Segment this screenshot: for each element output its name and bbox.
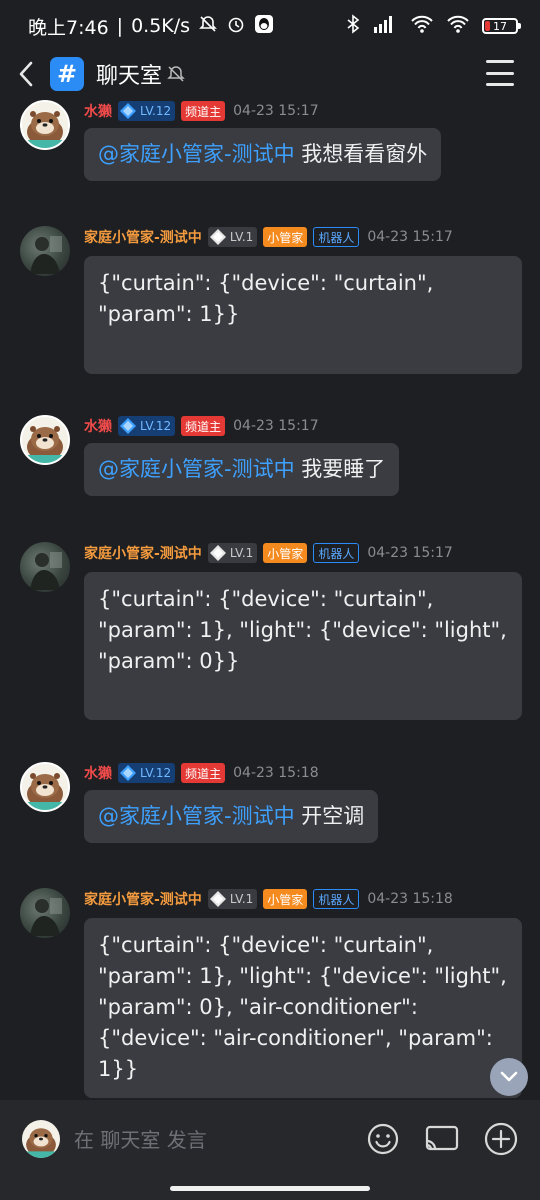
gem-icon bbox=[118, 416, 138, 436]
gem-icon bbox=[208, 543, 228, 563]
message-bubble[interactable]: {"curtain": {"device": "curtain", "param… bbox=[84, 572, 522, 720]
wifi-icon-1 bbox=[410, 14, 434, 38]
avatar[interactable] bbox=[20, 226, 70, 276]
battery-icon: 17 bbox=[482, 18, 521, 34]
message-text: {"curtain": {"device": "curtain", "param… bbox=[98, 271, 434, 326]
scroll-down-icon[interactable] bbox=[490, 1058, 528, 1096]
gem-icon bbox=[208, 227, 228, 247]
message-text: {"curtain": {"device": "curtain", "param… bbox=[98, 933, 507, 1081]
message-text: {"curtain": {"device": "curtain", "param… bbox=[98, 587, 507, 673]
role-tag: 频道主 bbox=[181, 101, 226, 121]
avatar[interactable] bbox=[20, 888, 70, 938]
message-meta: 家庭小管家-测试中 LV.1 小管家 机器人 04-23 15:18 bbox=[84, 888, 453, 910]
message-meta: 家庭小管家-测试中 LV.1 小管家 机器人 04-23 15:17 bbox=[84, 542, 453, 564]
level-text: LV.1 bbox=[229, 230, 254, 244]
level-badge: LV.1 bbox=[207, 543, 258, 563]
level-text: LV.12 bbox=[140, 766, 172, 780]
message-input[interactable] bbox=[74, 1124, 344, 1156]
sender-name[interactable]: 家庭小管家-测试中 bbox=[84, 889, 202, 909]
alarm-clock-icon bbox=[226, 14, 246, 39]
message-time: 04-23 15:18 bbox=[233, 765, 319, 781]
home-indicator bbox=[170, 1186, 370, 1191]
level-badge: LV.1 bbox=[207, 889, 258, 909]
level-text: LV.12 bbox=[140, 419, 172, 433]
level-badge: LV.1 bbox=[207, 227, 258, 247]
status-right: 17 bbox=[346, 14, 521, 38]
sender-name[interactable]: 家庭小管家-测试中 bbox=[84, 543, 202, 563]
bot-tag: 机器人 bbox=[313, 227, 360, 247]
add-icon[interactable] bbox=[484, 1122, 518, 1156]
message-bubble[interactable]: @家庭小管家-测试中 我要睡了 bbox=[84, 443, 400, 496]
sender-name[interactable]: 水獭 bbox=[84, 763, 112, 783]
signal-icon bbox=[372, 14, 398, 38]
message-text: 开空调 bbox=[294, 804, 365, 828]
message-meta: 水獭 LV.12 频道主 04-23 15:18 bbox=[84, 762, 319, 784]
avatar[interactable] bbox=[20, 762, 70, 812]
message-time: 04-23 15:17 bbox=[367, 545, 453, 561]
gem-icon bbox=[208, 889, 228, 909]
battery-level: 17 bbox=[493, 19, 507, 33]
gem-icon bbox=[118, 101, 138, 121]
page-title: 聊天室 bbox=[96, 64, 163, 89]
mention-link[interactable]: @家庭小管家-测试中 bbox=[98, 457, 295, 481]
qq-icon bbox=[254, 14, 274, 39]
bot-tag: 机器人 bbox=[313, 543, 360, 563]
level-text: LV.1 bbox=[229, 892, 254, 906]
status-bar: 晚上7:46 | 0.5K/s 17 bbox=[0, 0, 540, 52]
message-bubble[interactable]: {"curtain": {"device": "curtain", "param… bbox=[84, 256, 522, 374]
role-tag: 小管家 bbox=[263, 889, 308, 909]
menu-icon[interactable] bbox=[486, 60, 514, 86]
network-speed: 0.5K/s bbox=[131, 15, 191, 37]
message-bubble[interactable]: @家庭小管家-测试中 开空调 bbox=[84, 790, 379, 843]
bluetooth-icon bbox=[346, 14, 360, 38]
bell-muted-icon bbox=[166, 64, 186, 84]
hash-icon: # bbox=[50, 57, 84, 91]
level-badge: LV.12 bbox=[118, 763, 176, 783]
message-time: 04-23 15:17 bbox=[233, 418, 319, 434]
sender-name[interactable]: 水獭 bbox=[84, 101, 112, 121]
mention-link[interactable]: @家庭小管家-测试中 bbox=[98, 804, 295, 828]
gem-icon bbox=[118, 763, 138, 783]
avatar[interactable] bbox=[20, 542, 70, 592]
message-meta: 水獭 LV.12 频道主 04-23 15:17 bbox=[84, 415, 319, 437]
role-tag: 频道主 bbox=[181, 763, 226, 783]
message-time: 04-23 15:17 bbox=[233, 103, 319, 119]
status-separator: | bbox=[116, 15, 124, 37]
role-tag: 小管家 bbox=[263, 227, 308, 247]
avatar[interactable] bbox=[22, 1120, 60, 1158]
bot-tag: 机器人 bbox=[313, 889, 360, 909]
mention-link[interactable]: @家庭小管家-测试中 bbox=[98, 142, 295, 166]
status-time: 晚上7:46 bbox=[28, 16, 109, 39]
role-tag: 频道主 bbox=[181, 416, 226, 436]
level-text: LV.12 bbox=[140, 104, 172, 118]
message-bubble[interactable]: {"curtain": {"device": "curtain", "param… bbox=[84, 918, 522, 1098]
level-badge: LV.12 bbox=[118, 101, 176, 121]
screen-cast-icon[interactable] bbox=[425, 1122, 459, 1156]
message-meta: 水獭 LV.12 频道主 04-23 15:17 bbox=[84, 100, 319, 122]
alarm-off-icon bbox=[198, 14, 218, 39]
back-icon[interactable] bbox=[14, 61, 38, 87]
role-tag: 小管家 bbox=[263, 543, 308, 563]
emoji-icon[interactable] bbox=[366, 1122, 400, 1156]
wifi-icon-2 bbox=[446, 14, 470, 38]
message-time: 04-23 15:18 bbox=[367, 891, 453, 907]
avatar[interactable] bbox=[20, 415, 70, 465]
sender-name[interactable]: 水獭 bbox=[84, 416, 112, 436]
message-meta: 家庭小管家-测试中 LV.1 小管家 机器人 04-23 15:17 bbox=[84, 226, 453, 248]
message-text: 我要睡了 bbox=[294, 457, 386, 481]
avatar[interactable] bbox=[20, 100, 70, 150]
status-left: 晚上7:46 | 0.5K/s bbox=[28, 13, 274, 40]
input-bar bbox=[0, 1100, 540, 1200]
message-text: 我想看看窗外 bbox=[294, 142, 428, 166]
message-time: 04-23 15:17 bbox=[367, 229, 453, 245]
message-bubble[interactable]: @家庭小管家-测试中 我想看看窗外 bbox=[84, 128, 442, 181]
battery-fill bbox=[485, 21, 491, 31]
level-text: LV.1 bbox=[229, 546, 254, 560]
level-badge: LV.12 bbox=[118, 416, 176, 436]
sender-name[interactable]: 家庭小管家-测试中 bbox=[84, 227, 202, 247]
chat-header: # 聊天室 bbox=[0, 52, 540, 96]
